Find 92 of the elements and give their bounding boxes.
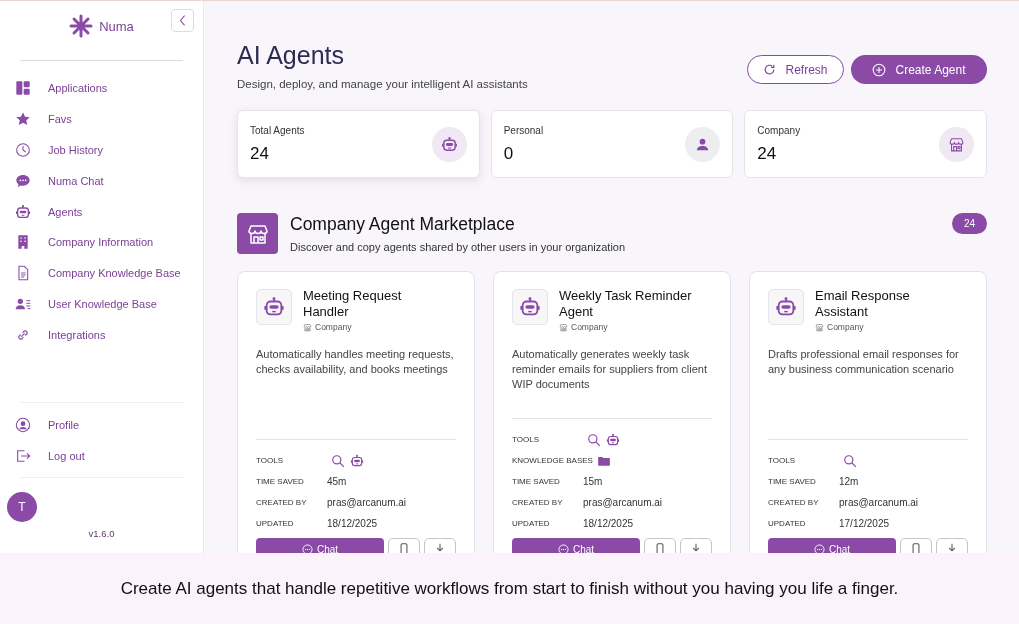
detail-label: TOOLS bbox=[512, 435, 540, 444]
chat-button[interactable]: Chat bbox=[512, 538, 640, 553]
detail-value: 18/12/2025 bbox=[327, 518, 378, 529]
user-avatar[interactable]: T bbox=[7, 492, 37, 522]
chat-bubble-icon bbox=[301, 543, 313, 553]
stat-label: Company bbox=[757, 124, 801, 136]
nav-item[interactable]: Integrations bbox=[0, 319, 203, 351]
store-icon bbox=[559, 322, 568, 332]
page-title: AI Agents bbox=[237, 41, 346, 70]
detail-value: 45m bbox=[327, 476, 347, 487]
nav-item[interactable]: Company Knowledge Base bbox=[0, 257, 203, 289]
nav-item[interactable]: Favs bbox=[0, 103, 203, 135]
robot-icon bbox=[606, 432, 620, 447]
chat-button[interactable]: Chat bbox=[256, 538, 384, 553]
detail-value: 12m bbox=[839, 476, 859, 487]
section-title: Company Agent Marketplace bbox=[290, 214, 516, 235]
document-icon bbox=[15, 265, 31, 282]
robot-icon bbox=[15, 203, 31, 220]
detail-label: TIME SAVED bbox=[512, 477, 561, 486]
chat-button[interactable]: Chat bbox=[768, 538, 896, 553]
scope-label: Company bbox=[571, 322, 608, 332]
scope-label: Company bbox=[315, 322, 352, 332]
robot-icon bbox=[440, 135, 458, 153]
chat-bubble-icon bbox=[15, 172, 31, 189]
detail-label: CREATED BY bbox=[256, 498, 308, 507]
refresh-button[interactable]: Refresh bbox=[747, 55, 844, 84]
plus-circle-icon bbox=[872, 62, 887, 77]
nav-item[interactable]: Company Information bbox=[0, 227, 203, 258]
detail-label: CREATED BY bbox=[768, 498, 820, 507]
logout-icon bbox=[15, 447, 31, 464]
detail-label: TOOLS bbox=[256, 456, 284, 465]
nav-item[interactable]: Agents bbox=[0, 196, 203, 227]
nav-item[interactable]: Log out bbox=[0, 440, 203, 471]
detail-label: UPDATED bbox=[256, 519, 295, 528]
agent-description: Automatically handles meeting requests, checks availability, and books meetings bbox=[256, 347, 455, 377]
collapse-button[interactable] bbox=[171, 9, 194, 32]
detail-label: TIME SAVED bbox=[768, 477, 817, 486]
detail-label: UPDATED bbox=[512, 519, 551, 528]
stat-value: 24 bbox=[250, 143, 270, 164]
detail-label: KNOWLEDGE BASES bbox=[512, 456, 593, 465]
detail-value: 18/12/2025 bbox=[583, 518, 634, 529]
robot-icon bbox=[350, 453, 364, 468]
chat-bubble-icon bbox=[813, 543, 825, 553]
search-icon bbox=[587, 432, 601, 447]
nav-item[interactable]: User Knowledge Base bbox=[0, 288, 203, 320]
agent-name: Meeting Request Handler bbox=[303, 288, 403, 320]
detail-label: TOOLS bbox=[768, 456, 796, 465]
detail-label: CREATED BY bbox=[512, 498, 564, 507]
nav-item[interactable]: Applications bbox=[0, 73, 203, 104]
detail-value: 17/12/2025 bbox=[839, 518, 890, 529]
stat-label: Total Agents bbox=[250, 124, 305, 136]
store-icon bbox=[948, 135, 965, 153]
robot-icon bbox=[263, 296, 285, 318]
section-subtitle: Discover and copy agents shared by other users in your organization bbox=[290, 241, 627, 253]
app-name: Numa bbox=[99, 18, 134, 34]
caption-text: Create AI agents that handle repetitive workflows from start to finish without you having you life a finger. bbox=[120, 578, 899, 599]
chevron-left-icon bbox=[179, 15, 186, 26]
chat-bubble-icon bbox=[557, 543, 569, 553]
nav-item[interactable]: Profile bbox=[0, 409, 203, 441]
agent-description: Drafts professional email responses for any business communication scenario bbox=[768, 347, 960, 377]
robot-icon bbox=[519, 296, 541, 318]
snowflake-logo-icon bbox=[69, 14, 94, 38]
stat-value: 24 bbox=[757, 143, 778, 164]
detail-label: UPDATED bbox=[768, 519, 807, 528]
detail-value: 15m bbox=[583, 476, 603, 487]
building-icon bbox=[15, 234, 31, 251]
count-pill: 24 bbox=[951, 213, 987, 234]
nav-item[interactable]: Numa Chat bbox=[0, 165, 203, 197]
create-agent-button[interactable]: Create Agent bbox=[851, 55, 987, 84]
store-icon bbox=[815, 322, 824, 332]
clock-icon bbox=[15, 142, 31, 158]
profile-icon bbox=[15, 416, 31, 433]
detail-value: pras@arcanum.ai bbox=[839, 497, 919, 508]
agent-description: Automatically generates weekly task reminder emails for suppliers from client WIP documents bbox=[512, 347, 708, 392]
dashboard-icon bbox=[15, 80, 31, 97]
stat-value: 0 bbox=[503, 143, 515, 164]
store-icon bbox=[303, 322, 312, 332]
detail-label: TIME SAVED bbox=[256, 477, 305, 486]
agent-name: Weekly Task Reminder Agent bbox=[559, 288, 693, 320]
detail-value: pras@arcanum.ai bbox=[327, 497, 407, 508]
stat-label: Personal bbox=[503, 124, 544, 136]
robot-icon bbox=[775, 296, 797, 318]
scope-label: Company bbox=[827, 322, 864, 332]
page-subtitle: Design, deploy, and manage your intelligent AI assistants bbox=[237, 78, 528, 90]
agent-name: Email Response Assistant bbox=[815, 288, 911, 320]
detail-value: pras@arcanum.ai bbox=[583, 497, 663, 508]
search-icon bbox=[843, 453, 857, 468]
star-icon bbox=[15, 111, 31, 128]
refresh-icon bbox=[763, 63, 777, 76]
nav-item[interactable]: Job History bbox=[0, 134, 203, 166]
search-icon bbox=[331, 453, 345, 468]
version-label: v1.6.0 bbox=[87, 528, 116, 539]
